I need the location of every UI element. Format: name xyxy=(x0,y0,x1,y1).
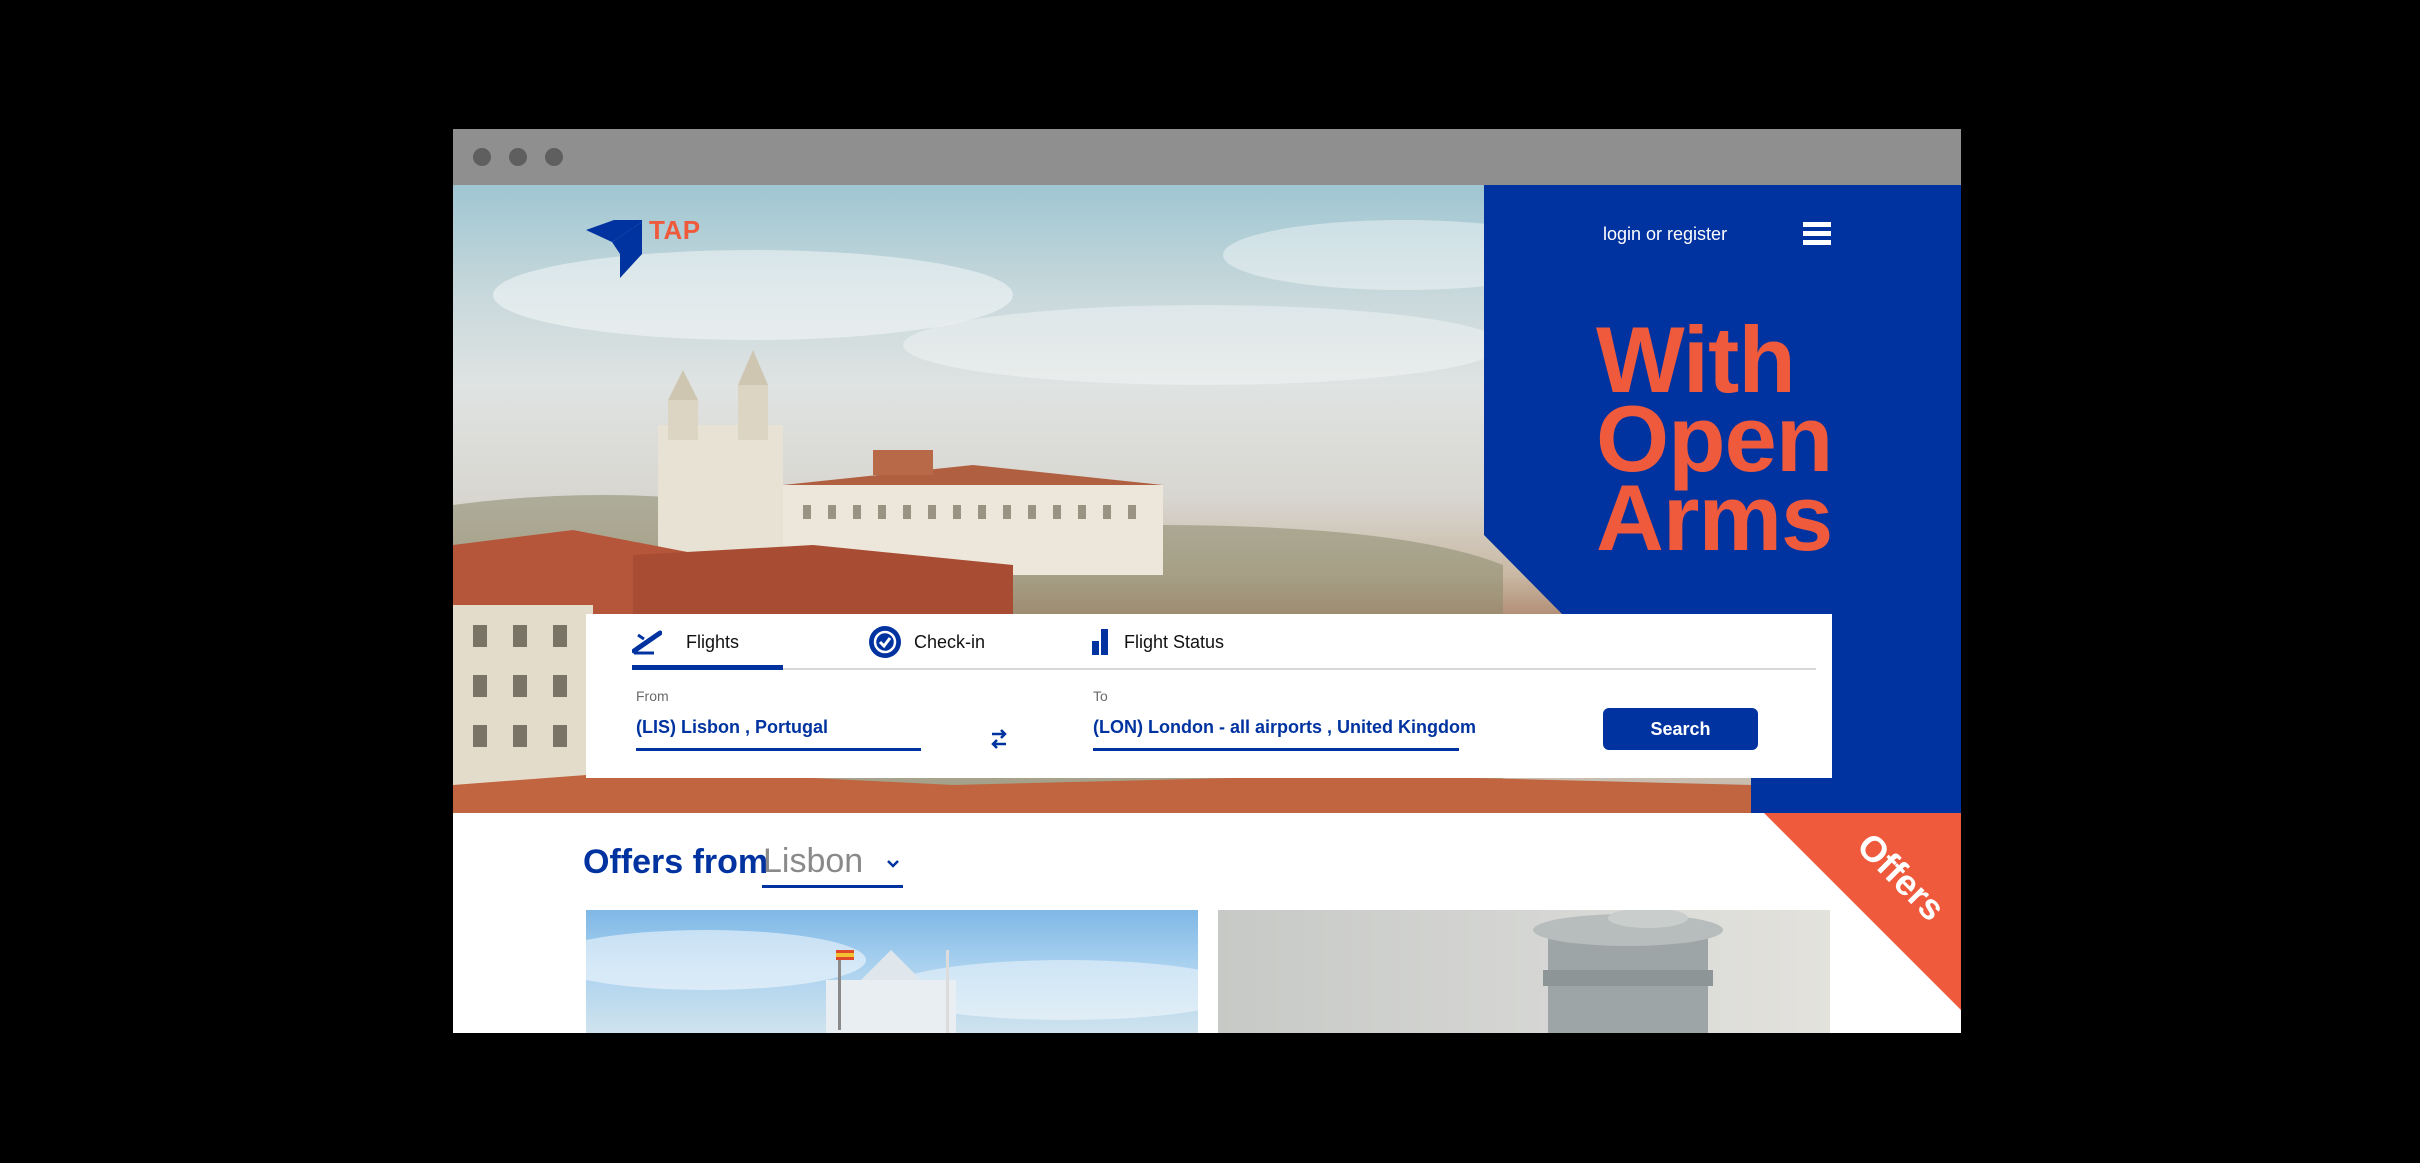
chevron-down-icon[interactable] xyxy=(887,859,899,869)
tap-logo-text[interactable]: TAP xyxy=(649,215,701,246)
menu-icon[interactable] xyxy=(1803,222,1831,246)
offer-card-madrid[interactable] xyxy=(586,910,1198,1033)
tab-flights[interactable]: Flights xyxy=(632,614,739,670)
tab-check-in-label: Check-in xyxy=(914,631,986,652)
from-label: From xyxy=(636,688,669,704)
offer-card-image-2 xyxy=(1533,910,1723,1033)
search-button[interactable]: Search xyxy=(1603,708,1758,750)
to-label: To xyxy=(1093,688,1108,704)
offer-card-statue[interactable] xyxy=(1218,910,1830,1033)
headline-line-3: Arms xyxy=(1596,465,1833,570)
tab-flight-status-label: Flight Status xyxy=(1124,631,1225,652)
active-tab-indicator xyxy=(632,665,783,670)
status-bars-icon xyxy=(1092,629,1108,655)
tab-flight-status[interactable]: Flight Status xyxy=(1092,614,1224,670)
offers-city-underline xyxy=(762,885,903,888)
window-maximize-dot[interactable] xyxy=(545,148,563,166)
tabs-divider xyxy=(632,668,1816,670)
tab-flights-label: Flights xyxy=(686,631,740,652)
from-input[interactable]: (LIS) Lisbon , Portugal xyxy=(636,717,828,738)
from-input-underline xyxy=(636,748,921,751)
offers-city-select[interactable]: Lisbon xyxy=(763,842,863,881)
tap-logo-icon[interactable] xyxy=(586,220,644,278)
to-input[interactable]: (LON) London - all airports , United Kin… xyxy=(1093,717,1476,738)
check-circle-icon xyxy=(869,626,901,658)
window-close-dot[interactable] xyxy=(473,148,491,166)
offers-heading: Offers from xyxy=(583,843,769,881)
flight-search-card: Flights Check-in Flight Status From (LIS… xyxy=(586,614,1832,778)
tab-check-in[interactable]: Check-in xyxy=(869,614,985,670)
offer-card-image xyxy=(586,930,1198,1033)
window-minimize-dot[interactable] xyxy=(509,148,527,166)
browser-window: TAP login or register With Open Arms Fli… xyxy=(453,129,1961,1033)
hero-headline: With Open Arms xyxy=(1596,313,1833,570)
hero-section: TAP login or register With Open Arms Fli… xyxy=(453,185,1961,813)
plane-takeoff-icon xyxy=(632,630,662,655)
window-titlebar xyxy=(453,129,1961,185)
swap-arrows-icon[interactable] xyxy=(989,727,1009,751)
login-register-link[interactable]: login or register xyxy=(1603,224,1727,245)
to-input-underline xyxy=(1093,748,1459,751)
